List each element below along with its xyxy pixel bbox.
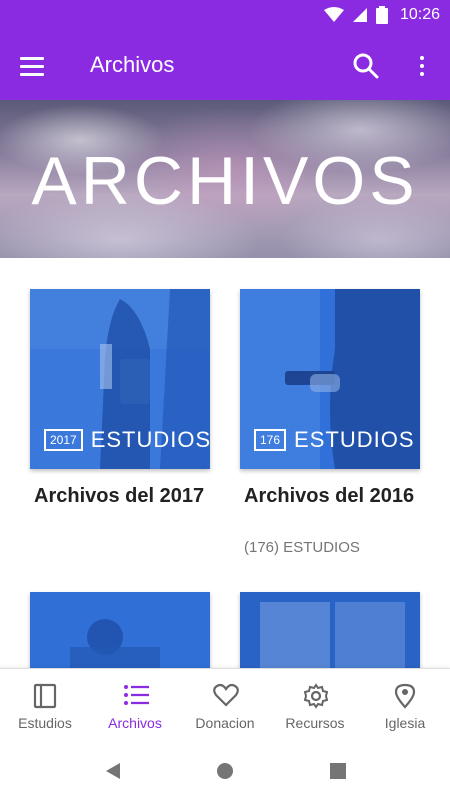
- status-bar: 10:26: [0, 0, 450, 32]
- hero-title: ARCHIVOS: [31, 143, 419, 219]
- badge-label: ESTUDIOS: [294, 427, 415, 452]
- nav-item-donacion[interactable]: Donacion: [180, 669, 270, 745]
- home-icon[interactable]: [216, 762, 234, 780]
- wifi-icon: [323, 7, 344, 22]
- card-image[interactable]: 2017 ESTUDIOS: [30, 289, 210, 469]
- nav-label: Donacion: [195, 715, 255, 731]
- book-icon: [33, 683, 57, 709]
- card-badge: 176 ESTUDIOS: [254, 427, 415, 453]
- cell-signal-icon: [352, 8, 367, 22]
- recents-icon[interactable]: [330, 763, 346, 779]
- nav-label: Archivos: [108, 715, 162, 731]
- heart-icon: [213, 683, 239, 707]
- badge-number: 176: [254, 429, 287, 451]
- bottom-navigation: Estudios Archivos Donacion Recursos Igle…: [0, 668, 450, 745]
- nav-label: Iglesia: [384, 715, 426, 731]
- battery-icon: [375, 6, 388, 24]
- location-pin-icon: [394, 683, 416, 709]
- back-icon[interactable]: [104, 762, 122, 780]
- search-icon[interactable]: [350, 50, 382, 82]
- badge-label: ESTUDIOS: [90, 427, 210, 452]
- nav-label: Recursos: [285, 715, 345, 731]
- menu-icon[interactable]: [20, 50, 50, 82]
- card-title[interactable]: Archivos del 2017: [34, 483, 214, 509]
- app-bar: Archivos: [0, 32, 450, 100]
- nav-item-iglesia[interactable]: Iglesia: [360, 669, 450, 745]
- gear-icon: [303, 683, 329, 709]
- nav-item-recursos[interactable]: Recursos: [270, 669, 360, 745]
- hero-banner: ARCHIVOS: [0, 100, 450, 258]
- status-time: 10:26: [399, 6, 440, 23]
- card-subtitle: (176) ESTUDIOS: [244, 539, 360, 556]
- system-navigation-bar: [0, 744, 450, 800]
- card-image[interactable]: 176 ESTUDIOS: [240, 289, 420, 469]
- card-badge: 2017 ESTUDIOS: [44, 427, 210, 453]
- more-options-icon[interactable]: [410, 50, 434, 82]
- nav-item-estudios[interactable]: Estudios: [0, 669, 90, 745]
- list-icon: [124, 685, 149, 705]
- nav-item-archivos[interactable]: Archivos: [90, 669, 180, 745]
- badge-number: 2017: [44, 429, 83, 451]
- page-title: Archivos: [90, 52, 175, 77]
- card-title[interactable]: Archivos del 2016: [244, 483, 424, 509]
- nav-label: Estudios: [18, 715, 72, 731]
